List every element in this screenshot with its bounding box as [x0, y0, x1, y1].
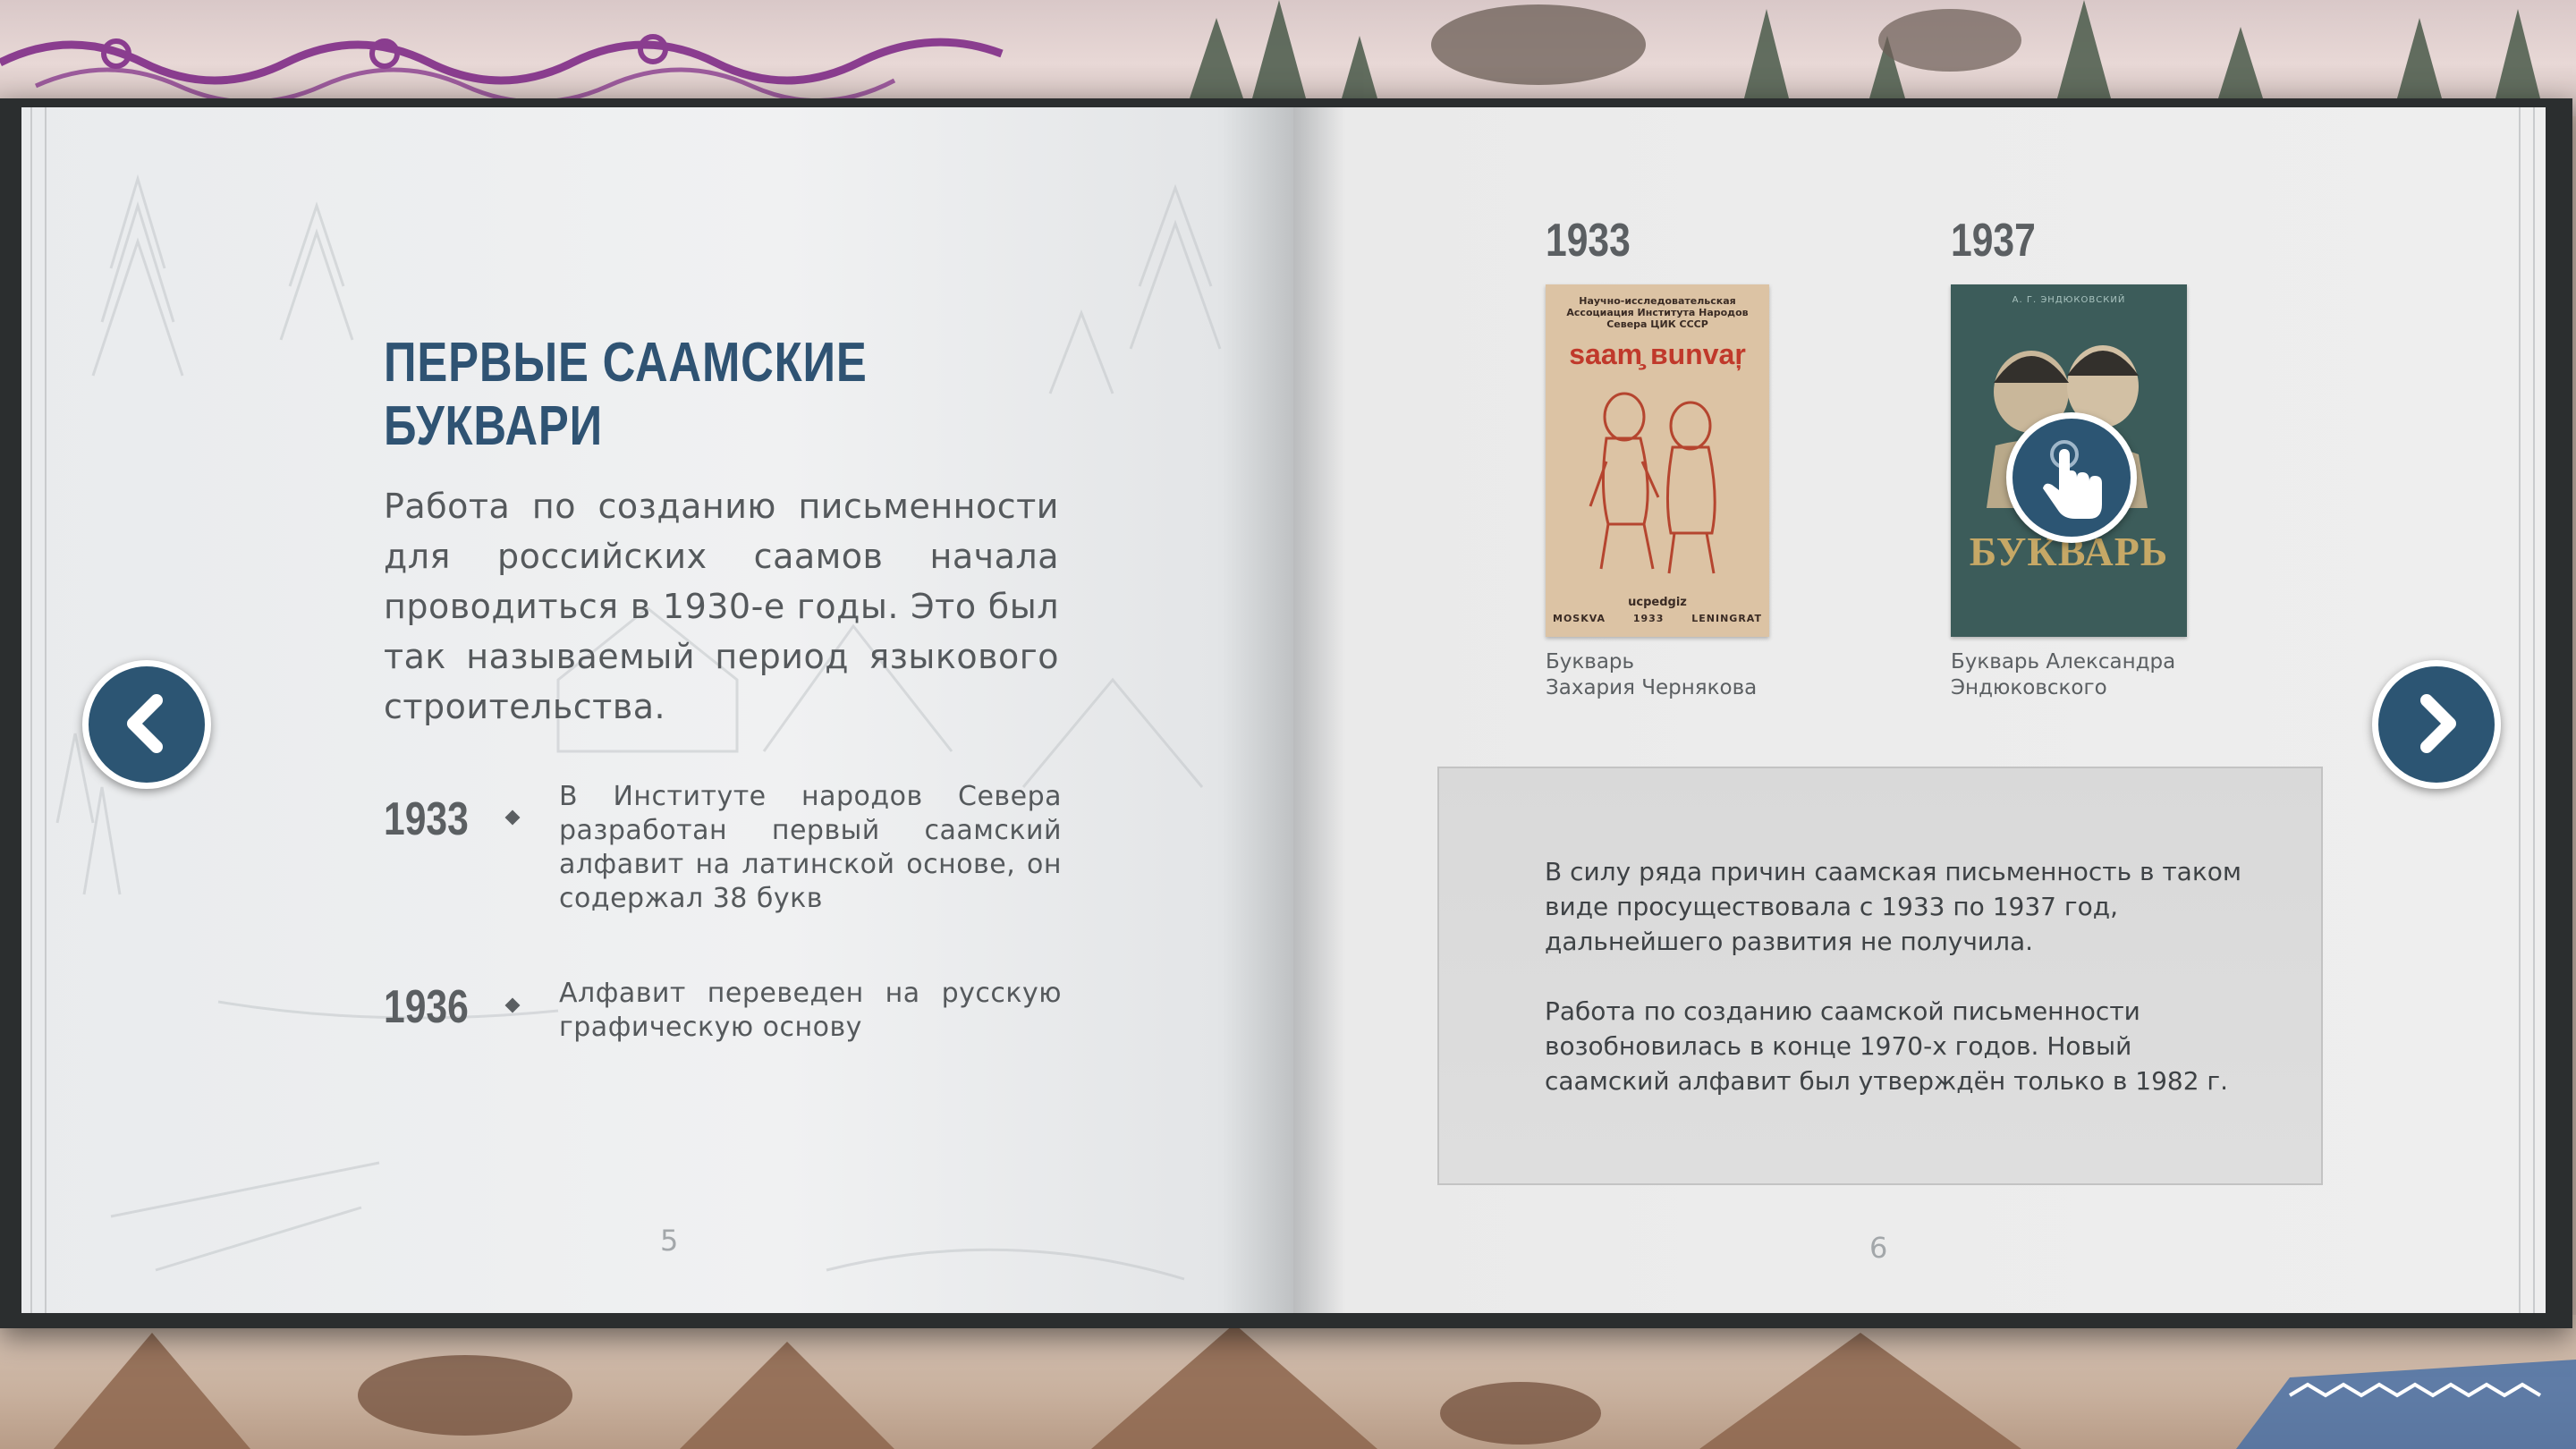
- intro-paragraph: Работа по созданию письменности для росс…: [384, 487, 1059, 726]
- cover-city-left: MOSKVA: [1553, 613, 1606, 624]
- cover-title-text: saam̧ вunvaŗ: [1569, 338, 1746, 370]
- info-box: В силу ряда причин саамская письменность…: [1437, 767, 2323, 1185]
- book-year: 1933: [1546, 215, 1631, 267]
- caption-line-2: Захария Чернякова: [1546, 676, 1758, 699]
- page-number-right: 6: [1869, 1231, 1888, 1265]
- tap-to-open-button[interactable]: [2006, 412, 2137, 543]
- cover-publisher-text: ucpedgiz: [1628, 596, 1687, 609]
- cover-header-text: Научно-исследовательская Ассоциация Инст…: [1566, 295, 1749, 330]
- book-card-1933: 1933 Научно-исследовательская Ассоциация…: [1546, 211, 1769, 701]
- timeline-text: Алфавит переведен на русскую графическую…: [559, 978, 1062, 1043]
- timeline-text: В Институте народов Севера разработан пе…: [559, 781, 1062, 914]
- page-title: Первые саамские буквари: [384, 332, 868, 457]
- info-paragraph: В силу ряда причин саамская письменность…: [1545, 857, 2242, 956]
- cover-footer: MOSKVA 1933 LENINGRAT: [1553, 613, 1762, 624]
- caption-line-2: Эндюковского: [1951, 676, 2107, 699]
- hand-pointer-icon: [2043, 440, 2102, 519]
- cover-children-illustration: [1589, 392, 1716, 574]
- chevron-right-icon: [2420, 694, 2456, 753]
- left-page: Первые саамские буквари Работа по создан…: [21, 107, 1293, 1313]
- next-page-button[interactable]: [2372, 660, 2501, 789]
- timeline-year: 1936: [384, 981, 469, 1033]
- page-edge-lines: [2519, 107, 2535, 1313]
- book-year: 1937: [1951, 215, 2036, 267]
- cover-year: 1933: [1632, 613, 1665, 624]
- book-caption: Букварь Захария Чернякова: [1546, 649, 1769, 701]
- primer-cover-1933[interactable]: Научно-исследовательская Ассоциация Инст…: [1546, 284, 1769, 637]
- caption-line-1: Букварь Александра: [1951, 650, 2176, 674]
- timeline-year: 1933: [384, 793, 469, 845]
- page-number-left: 5: [660, 1224, 679, 1258]
- info-paragraph: Работа по созданию саамской письменности…: [1545, 996, 2229, 1096]
- cover-author-text: А. Г. ЭНДЮКОВСКИЙ: [2012, 295, 2126, 305]
- cover-city-right: LENINGRAT: [1691, 613, 1762, 624]
- chevron-left-icon: [127, 694, 163, 753]
- prev-page-button[interactable]: [82, 660, 211, 789]
- book-caption: Букварь Александра Эндюковского: [1951, 649, 2187, 701]
- caption-line-1: Букварь: [1546, 650, 1635, 674]
